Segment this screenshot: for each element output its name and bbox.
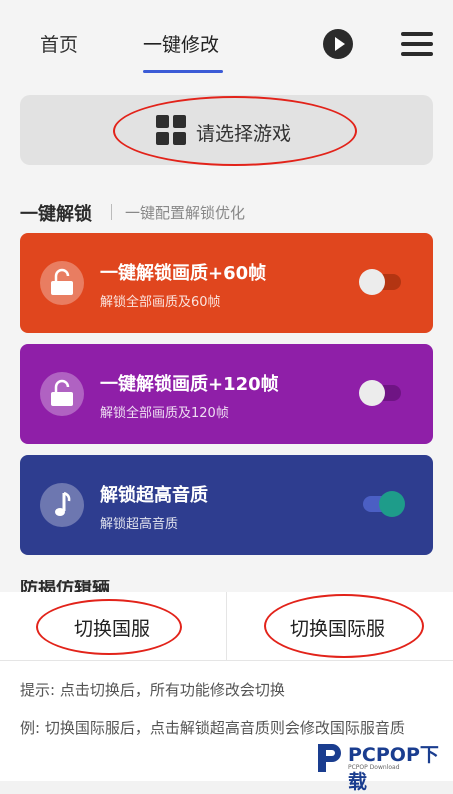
active-tab-indicator <box>143 70 223 73</box>
card-title: 解锁超高音质 <box>100 485 208 506</box>
pcpop-logo-icon <box>318 744 341 772</box>
tab-one-click-modify[interactable]: 一键修改 <box>143 30 219 57</box>
toggle-switch[interactable] <box>359 269 401 295</box>
card-subtitle: 解锁全部画质及60帧 <box>100 295 221 310</box>
page: 首页 一键修改 请选择游戏 一键解锁 一键配置解锁优化 一键解锁画质+60帧 解… <box>0 0 453 793</box>
annotation-circle <box>264 594 424 658</box>
unlock-120fps-card[interactable]: 一键解锁画质+120帧 解锁全部画质及120帧 <box>20 344 433 444</box>
unlock-60fps-card[interactable]: 一键解锁画质+60帧 解锁全部画质及60帧 <box>20 233 433 333</box>
music-note-icon <box>40 483 84 527</box>
card-subtitle: 解锁全部画质及120帧 <box>100 406 229 421</box>
card-subtitle: 解锁超高音质 <box>100 517 179 532</box>
menu-icon[interactable] <box>401 30 433 58</box>
hq-audio-card[interactable]: 解锁超高音质 解锁超高音质 <box>20 455 433 555</box>
card-title: 一键解锁画质+120帧 <box>100 374 279 395</box>
card-title: 一键解锁画质+60帧 <box>100 263 267 284</box>
section-title: 一键解锁 <box>20 204 92 225</box>
annotation-circle <box>36 599 182 655</box>
top-navigation: 首页 一键修改 <box>0 0 453 78</box>
sheet-divider <box>0 660 453 661</box>
unlock-icon <box>40 372 84 416</box>
pcpop-watermark: PCPOP下载 PCPOP Download <box>312 738 452 793</box>
section-subtitle: 一键配置解锁优化 <box>125 204 246 222</box>
tip-text: 提示: 点击切换后，所有功能修改会切换 <box>20 681 285 699</box>
tab-home[interactable]: 首页 <box>40 30 78 57</box>
toggle-switch[interactable] <box>363 491 405 517</box>
unlock-icon <box>40 261 84 305</box>
section-divider <box>111 204 112 220</box>
annotation-circle <box>113 96 357 166</box>
toggle-switch[interactable] <box>359 380 401 406</box>
play-icon[interactable] <box>323 29 353 59</box>
example-text: 例: 切换国际服后，点击解锁超高音质则会修改国际服音质 <box>20 719 405 737</box>
